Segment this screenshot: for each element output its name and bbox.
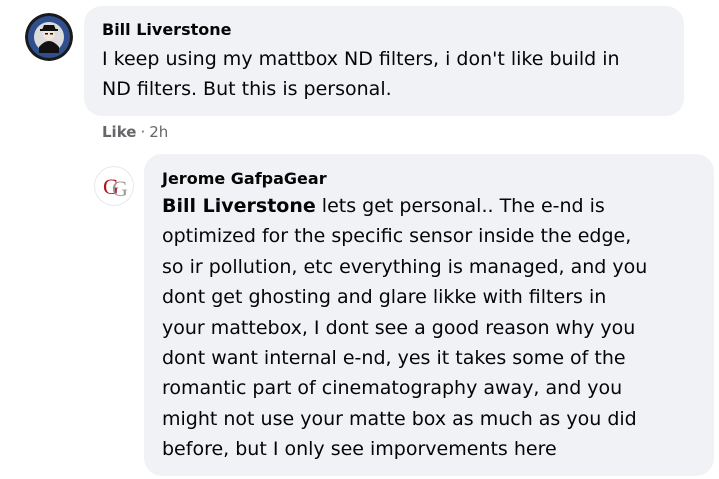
- comment-author[interactable]: Bill Liverstone: [102, 19, 668, 41]
- avatar-jerome-gafpagear[interactable]: G G: [94, 166, 134, 206]
- comment-text: I keep using my mattbox ND filters, i do…: [102, 48, 620, 100]
- logo-letter-g-shadow: G: [112, 176, 128, 201]
- gafpagear-logo-icon: G G: [94, 166, 134, 206]
- like-button[interactable]: Like: [102, 123, 136, 141]
- comment-actions: Like · 2h: [102, 122, 168, 142]
- reply-bubble: Jerome GafpaGear Bill Liverstone lets ge…: [144, 154, 714, 476]
- comment-bubble: Bill Liverstone I keep using my mattbox …: [84, 6, 684, 116]
- comment-timestamp[interactable]: 2h: [149, 123, 168, 141]
- mention-tag[interactable]: Bill Liverstone: [162, 195, 316, 217]
- reply-text: Bill Liverstone lets get personal.. The …: [162, 191, 698, 465]
- reply-body: lets get personal.. The e-nd is optimize…: [162, 195, 648, 461]
- separator-dot: ·: [140, 123, 146, 141]
- reply-author[interactable]: Jerome GafpaGear: [162, 168, 698, 190]
- avatar-bill-liverstone[interactable]: [25, 13, 73, 61]
- profile-picture: [25, 13, 73, 61]
